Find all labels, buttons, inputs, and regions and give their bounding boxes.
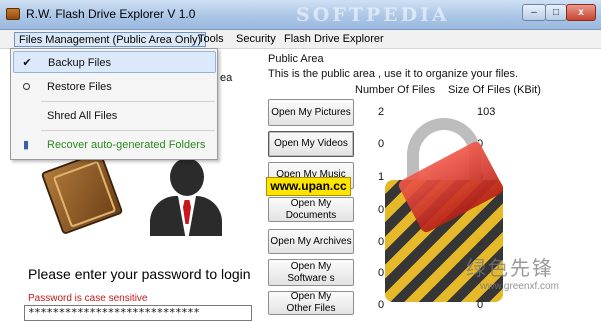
- menu-tools[interactable]: Tools: [194, 32, 228, 47]
- archives-file-count: 0: [378, 236, 385, 248]
- panel-caption-fragment: ea: [220, 72, 233, 84]
- menu-item-shred-all-files[interactable]: Shred All Files: [13, 105, 216, 127]
- app-icon: [6, 8, 20, 20]
- menu-item-recover-folders[interactable]: ▮ Recover auto-generated Folders: [13, 134, 216, 156]
- software-file-count: 0: [378, 267, 385, 279]
- open-my-videos-button[interactable]: Open My Videos: [268, 131, 354, 157]
- documents-file-count: 0: [378, 204, 385, 216]
- title-bar: R.W. Flash Drive Explorer V 1.0 SOFTPEDI…: [0, 0, 601, 30]
- open-my-archives-button[interactable]: Open My Archives: [268, 229, 354, 254]
- pictures-file-size: 103: [477, 106, 496, 118]
- open-my-pictures-button[interactable]: Open My Pictures: [268, 99, 354, 126]
- videos-file-count: 0: [378, 138, 385, 150]
- menu-separator: [41, 130, 215, 131]
- greenxf-watermark: 绿色先锋: [466, 256, 554, 280]
- column-size-of-files: Size Of Files (KBit): [448, 84, 541, 96]
- column-number-of-files: Number Of Files: [355, 84, 436, 96]
- upan-watermark: www.upan.cc: [266, 177, 351, 196]
- softpedia-watermark: SOFTPEDIA: [296, 4, 450, 26]
- public-area-title: Public Area: [268, 53, 324, 65]
- menu-separator: [41, 101, 215, 102]
- checkmark-icon: ✔: [22, 57, 32, 69]
- radio-icon: [20, 81, 32, 93]
- menu-item-label: Restore Files: [47, 81, 112, 93]
- files-management-dropdown: ✔ Backup Files Restore Files Shred All F…: [10, 48, 218, 160]
- menu-item-label: Backup Files: [48, 57, 111, 69]
- menu-flash-drive-explorer[interactable]: Flash Drive Explorer: [280, 32, 388, 47]
- window-title: R.W. Flash Drive Explorer V 1.0: [26, 7, 196, 21]
- menu-security[interactable]: Security: [232, 32, 280, 47]
- user-avatar-icon: [150, 158, 222, 236]
- maximize-button[interactable]: □: [545, 4, 567, 21]
- menu-item-label: Shred All Files: [47, 110, 118, 122]
- open-my-documents-button[interactable]: Open My Documents: [268, 197, 354, 222]
- minimize-button[interactable]: –: [522, 4, 546, 21]
- pictures-file-count: 2: [378, 106, 385, 118]
- menu-item-label: Recover auto-generated Folders: [47, 139, 206, 151]
- open-my-other-files-button[interactable]: Open My Other Files: [268, 291, 354, 315]
- menu-item-restore-files[interactable]: Restore Files: [13, 76, 216, 98]
- password-hint: Password is case sensitive: [28, 293, 148, 304]
- open-my-software-button[interactable]: Open My Software s: [268, 259, 354, 286]
- greenxf-url-watermark: www.greenxf.com: [480, 281, 559, 292]
- menu-bar: Files Management (Public Area Only) Tool…: [0, 30, 601, 49]
- app-window: R.W. Flash Drive Explorer V 1.0 SOFTPEDI…: [0, 0, 601, 321]
- menu-item-backup-files[interactable]: ✔ Backup Files: [13, 51, 216, 73]
- password-prompt: Please enter your password to login: [28, 266, 251, 282]
- folder-recover-icon: ▮: [22, 139, 30, 151]
- other-file-count: 0: [378, 299, 385, 311]
- close-button[interactable]: x: [566, 4, 596, 21]
- public-area-description: This is the public area , use it to orga…: [268, 68, 519, 80]
- music-file-count: 1: [378, 171, 385, 183]
- password-field[interactable]: ****************************: [24, 305, 252, 321]
- menu-files-management[interactable]: Files Management (Public Area Only): [14, 32, 207, 47]
